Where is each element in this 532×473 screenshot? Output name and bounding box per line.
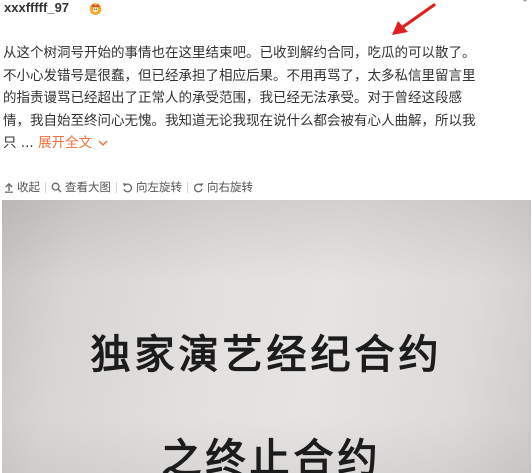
post-text: 从这个树洞号开始的事情也在这里结束吧。已收到解约合同，吃瓜的可以散了。 不小心发… (3, 42, 530, 155)
post-line: 从这个树洞号开始的事情也在这里结束吧。已收到解约合同，吃瓜的可以散了。 (3, 45, 476, 61)
divider (116, 181, 117, 193)
post-line: 的指责谩骂已经超出了正常人的承受范围，我已经无法承受。对于曾经这段感 (3, 90, 462, 106)
chevron-down-icon (98, 139, 108, 146)
view-large-button[interactable]: 查看大图 (47, 179, 115, 195)
rotate-right-button[interactable]: 向右旋转 (189, 179, 257, 195)
rotate-left-label: 向左旋转 (136, 180, 182, 194)
photo-title-line2: 之终止合约 (161, 436, 382, 473)
rotate-right-icon (193, 182, 204, 192)
contract-photo[interactable]: 独家演艺经纪合约 之终止合约 (2, 200, 531, 473)
post-header: xxxfffff_97 (0, 0, 532, 22)
image-toolbar: 收起 查看大图 向左旋转 向右旋转 (0, 176, 532, 198)
divider (187, 181, 188, 193)
post-line-last: 只 ... 展开全文 (3, 132, 530, 155)
chevron-down-icon[interactable] (520, 0, 530, 4)
divider (45, 181, 46, 193)
view-large-label: 查看大图 (65, 180, 111, 194)
ellipsis-prefix: 只 ... (3, 135, 34, 151)
username[interactable]: xxxfffff_97 (4, 0, 69, 15)
expand-full-text-link[interactable]: 展开全文 (38, 135, 108, 151)
post-line: 不小心发错号是很蠢，但已经承担了相应后果。不用再骂了，太多私信里留言里 (3, 67, 476, 84)
rotate-left-icon (122, 182, 133, 192)
post-line: 情，我自始至终问心无愧。我知道无论我现在说什么都会被有心人曲解，所以我 (3, 112, 476, 129)
photo-title-line1: 独家演艺经纪合约 (90, 332, 443, 378)
rotate-left-button[interactable]: 向左旋转 (118, 179, 186, 195)
upload-arrow-icon (5, 182, 13, 193)
collapse-label: 收起 (17, 180, 40, 194)
expand-label: 展开全文 (37, 135, 92, 151)
collapse-button[interactable]: 收起 (0, 179, 44, 195)
magnifier-icon (51, 182, 62, 192)
vip-crown-icon (89, 3, 102, 15)
red-arrow-annotation (392, 3, 436, 35)
rotate-right-label: 向右旋转 (207, 180, 253, 194)
